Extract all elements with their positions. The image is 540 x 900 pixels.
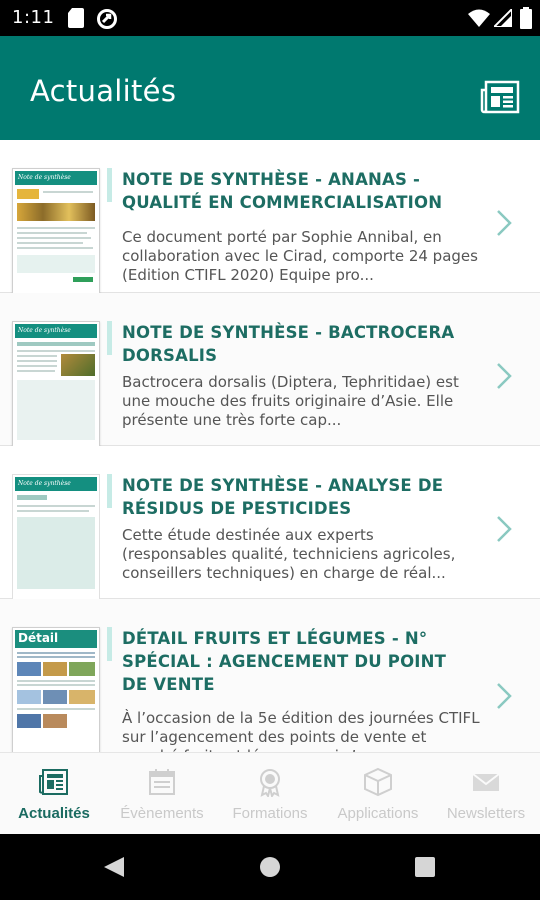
cellular-signal-icon — [494, 9, 512, 27]
data-saver-icon — [97, 9, 117, 29]
article-title: NOTE DE SYNTHÈSE - ANALYSE DE RÉSIDUS DE… — [122, 476, 444, 518]
nav-item-actualites[interactable]: Actualités — [0, 753, 108, 835]
article-card[interactable]: Note de synthèse NOTE DE SYNTHÈSE - ANAL… — [0, 446, 540, 600]
chevron-right-icon — [497, 516, 512, 542]
nav-item-applications[interactable]: Applications — [324, 753, 432, 835]
nav-label: Newsletters — [446, 805, 526, 822]
battery-icon — [520, 7, 532, 29]
status-bar: 1:11 — [0, 0, 540, 36]
article-title: NOTE DE SYNTHÈSE - ANANAS - QUALITÉ EN C… — [122, 170, 443, 212]
nav-item-evenements[interactable]: Évènements — [108, 753, 216, 835]
thumbnail-label: Note de synthèse — [18, 327, 71, 334]
articles-list: Note de synthèse NOTE DE SYNTHÈSE - ANAN… — [0, 140, 540, 752]
nav-label: Évènements — [120, 805, 204, 822]
thumbnail-label: Note de synthèse — [18, 174, 71, 181]
title-accent-bar — [107, 321, 112, 355]
box-icon — [364, 767, 392, 797]
article-thumbnail: Note de synthèse — [12, 474, 100, 600]
app-bar: Actualités — [0, 36, 540, 140]
sd-card-icon — [68, 8, 84, 28]
back-icon[interactable] — [102, 855, 126, 879]
newspaper-icon — [39, 769, 68, 795]
article-thumbnail: Note de synthèse — [12, 321, 100, 447]
nav-item-formations[interactable]: Formations — [216, 753, 324, 835]
award-icon — [260, 769, 280, 797]
article-description: Ce document porté par Sophie Annibal, en… — [122, 228, 478, 284]
article-card[interactable]: Note de synthèse NOTE DE SYNTHÈSE - BACT… — [0, 293, 540, 447]
chevron-right-icon — [497, 683, 512, 709]
thumbnail-label: Détail — [18, 631, 59, 645]
nav-label: Formations — [232, 805, 308, 822]
status-time: 1:11 — [12, 7, 55, 28]
title-accent-bar — [107, 168, 112, 202]
recents-icon[interactable] — [414, 856, 436, 878]
nav-label: Applications — [337, 805, 419, 822]
wifi-icon — [468, 9, 490, 27]
article-description: Cette étude destinée aux experts (respon… — [122, 526, 456, 582]
article-card[interactable]: Note de synthèse NOTE DE SYNTHÈSE - ANAN… — [0, 140, 540, 294]
article-card[interactable]: Détail DÉTAIL FRUITS ET LÉGUMES - N° SPÉ… — [0, 599, 540, 752]
article-title: NOTE DE SYNTHÈSE - BACTROCERA DORSALIS — [122, 323, 455, 365]
article-description: Bactrocera dorsalis (Diptera, Tephritida… — [122, 373, 459, 429]
article-thumbnail: Note de synthèse — [12, 168, 100, 294]
article-description: À l’occasion de la 5e édition des journé… — [122, 709, 480, 752]
chevron-right-icon — [497, 210, 512, 236]
bottom-navigation: Actualités Évènements Formations Applica… — [0, 752, 540, 835]
calendar-icon — [149, 769, 175, 795]
nav-label: Actualités — [18, 805, 90, 822]
newspaper-icon[interactable] — [480, 80, 520, 114]
chevron-right-icon — [497, 363, 512, 389]
article-title: DÉTAIL FRUITS ET LÉGUMES - N° SPÉCIAL : … — [122, 629, 447, 694]
title-accent-bar — [107, 474, 112, 508]
envelope-icon — [472, 773, 500, 791]
article-thumbnail: Détail — [12, 627, 100, 752]
thumbnail-label: Note de synthèse — [18, 480, 71, 487]
title-accent-bar — [107, 627, 112, 661]
system-navigation-bar — [0, 834, 540, 900]
page-title: Actualités — [30, 74, 177, 108]
home-icon[interactable] — [259, 856, 281, 878]
nav-item-newsletters[interactable]: Newsletters — [432, 753, 540, 835]
